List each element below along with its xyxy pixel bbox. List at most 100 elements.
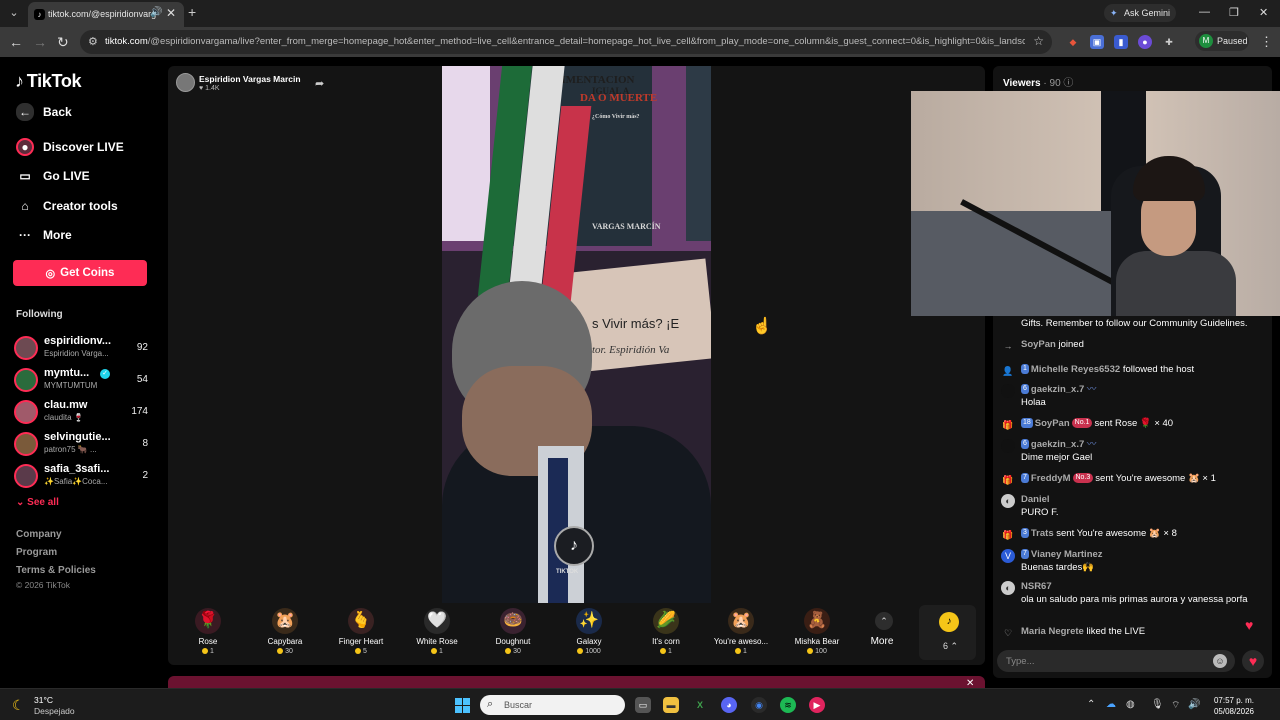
excel-icon[interactable]: X <box>692 697 708 713</box>
chat-username[interactable]: SoyPan <box>1021 339 1056 350</box>
tab-search-icon[interactable]: ⌄ <box>6 5 22 21</box>
sidebar-item-creator-tools[interactable]: ⌂ Creator tools <box>16 196 117 216</box>
moon-icon[interactable]: ☾ <box>12 697 25 714</box>
coin-icon <box>431 648 438 655</box>
spotify-icon[interactable]: ≋ <box>780 697 796 713</box>
windows-start-icon[interactable] <box>455 698 470 713</box>
chat-username[interactable]: Daniel <box>1021 494 1050 505</box>
address-bar[interactable]: ⚙ tiktok.com/@espiridionvargama/live?ent… <box>80 30 1052 54</box>
chat-input-box[interactable]: ☺ <box>997 650 1235 672</box>
chat-username[interactable]: Michelle Reyes6532 <box>1031 364 1120 375</box>
following-item[interactable]: mymtu... ✓ MYMTUMTUM 54 <box>14 366 148 394</box>
network-icon[interactable]: ◍ <box>1126 699 1135 710</box>
tab-title: tiktok.com/@espiridionvarg <box>48 9 157 19</box>
live-video[interactable]: LIMENTACION IGUAL A DA O MUERTE ¿Cómo Vi… <box>442 66 711 603</box>
cloud-icon[interactable]: ☁ <box>1106 699 1116 710</box>
window-close-button[interactable]: ✕ <box>1259 6 1268 19</box>
avatar[interactable]: V <box>1001 549 1015 563</box>
volume-icon[interactable]: 🔊 <box>1188 699 1200 710</box>
gift-item[interactable]: 🍩 Doughnut 30 <box>478 608 548 658</box>
browser-menu-icon[interactable]: ⋮ <box>1260 34 1273 50</box>
back-arrow-icon[interactable]: ← <box>9 34 23 50</box>
tiktok-pin-icon: ♪ <box>554 526 594 566</box>
speaker-icon[interactable]: 🔊 <box>150 7 162 18</box>
host-avatar[interactable] <box>176 73 195 92</box>
avatar[interactable]: ◐ <box>1001 494 1015 508</box>
weather-temp[interactable]: 31°C <box>34 695 53 705</box>
task-view-icon[interactable]: ▭ <box>635 697 651 713</box>
avatar[interactable] <box>1001 384 1015 398</box>
following-item[interactable]: clau.mw claudita 🍷 174 <box>14 398 148 426</box>
browser-tab-active[interactable]: ♪ tiktok.com/@espiridionvarg 🔊 ✕ <box>28 2 184 27</box>
chat-username[interactable]: Maria Negrete <box>1021 626 1084 637</box>
gift-item[interactable]: 🐹 You're aweso... 1 <box>706 608 776 658</box>
gift-item[interactable]: 🤍 White Rose 1 <box>402 608 472 658</box>
chat-username[interactable]: SoyPan <box>1035 418 1070 429</box>
new-tab-button[interactable]: + <box>188 4 196 20</box>
gift-item[interactable]: 🫰 Finger Heart 5 <box>326 608 396 658</box>
maximize-button[interactable]: ❐ <box>1229 6 1239 19</box>
chrome-icon[interactable]: ◉ <box>751 697 767 713</box>
back-link[interactable]: ← Back <box>16 102 72 122</box>
footer-link-company[interactable]: Company <box>16 529 62 540</box>
close-tab-icon[interactable]: ✕ <box>166 6 176 20</box>
gift-item[interactable]: 🌹 Rose 1 <box>173 608 243 658</box>
tiktok-logo[interactable]: ♪ TikTok <box>15 71 82 92</box>
extension-icon-4[interactable]: ● <box>1138 35 1152 49</box>
red-app-icon[interactable]: ▶ <box>809 697 825 713</box>
chat-username[interactable]: gaekzin_x.7 <box>1031 384 1084 395</box>
sidebar-item-go-live[interactable]: ▭ Go LIVE <box>16 166 89 186</box>
info-icon[interactable]: ⓘ <box>1063 78 1073 89</box>
gift-item[interactable]: 🧸 Mishka Bear 100 <box>782 608 852 658</box>
emoji-icon[interactable]: ☺ <box>1213 654 1227 668</box>
sidebar-item-more[interactable]: ··· More <box>16 225 72 245</box>
forward-arrow-icon[interactable]: → <box>33 34 47 50</box>
gift-name: Rose <box>198 637 218 646</box>
extension-icon-1[interactable]: ◆ <box>1066 35 1080 49</box>
ask-gemini-button[interactable]: ✦ Ask Gemini <box>1104 4 1176 22</box>
gift-item[interactable]: ✨ Galaxy 1000 <box>554 608 624 658</box>
following-item[interactable]: selvingutie... patron75 🐂 ... 8 <box>14 430 148 458</box>
chat-username[interactable]: gaekzin_x.7 <box>1031 439 1084 450</box>
site-info-icon[interactable]: ⚙ <box>88 35 98 48</box>
following-item[interactable]: espiridionv... Espiridion Varga... 92 <box>14 334 148 362</box>
footer-link-terms[interactable]: Terms & Policies <box>16 565 96 576</box>
system-clock[interactable]: 07:57 p. m. 05/08/2026 <box>1206 695 1254 717</box>
taskbar-search[interactable]: ⌕ Buscar <box>480 695 625 715</box>
file-explorer-icon[interactable]: ▬ <box>663 697 679 713</box>
avatar[interactable] <box>1001 439 1015 453</box>
wifi-icon[interactable]: ⌔ <box>1171 699 1180 712</box>
profile-button[interactable]: M Paused <box>1195 31 1249 51</box>
minimize-button[interactable]: — <box>1199 6 1210 18</box>
weather-desc[interactable]: Despejado <box>34 706 75 716</box>
microphone-icon[interactable]: 🎙 <box>1151 699 1164 710</box>
reload-icon[interactable]: ↻ <box>57 34 69 51</box>
chat-username[interactable]: Trats <box>1031 528 1054 539</box>
coin-balance-button[interactable]: ♪ 6 ⌃ <box>919 605 976 660</box>
extension-icon-2[interactable]: ▣ <box>1090 35 1104 49</box>
discord-icon[interactable]: ◕ <box>721 697 737 713</box>
viewers-header[interactable]: Viewers · 90 ⓘ <box>1003 74 1073 89</box>
more-gifts-button[interactable]: ⌃ More <box>871 612 897 662</box>
following-item[interactable]: safia_3safi... ✨Safia✨Coca... 2 <box>14 462 148 490</box>
extension-icon-3[interactable]: ▮ <box>1114 35 1128 49</box>
chat-input[interactable] <box>1006 654 1196 668</box>
extensions-puzzle-icon[interactable]: ✚ <box>1162 35 1176 49</box>
share-icon[interactable]: ➦ <box>315 77 324 90</box>
chat-username[interactable]: FreddyM <box>1031 473 1071 484</box>
avatar[interactable]: ◐ <box>1001 581 1015 595</box>
chat-username[interactable]: NSR67 <box>1021 581 1052 592</box>
get-coins-button[interactable]: ◎ Get Coins <box>13 260 147 286</box>
host-name[interactable]: Espiridion Vargas Marcin <box>199 74 301 84</box>
gift-item[interactable]: 🌽 It's corn 1 <box>631 608 701 658</box>
promo-banner[interactable] <box>168 676 985 688</box>
gift-item[interactable]: 🐹 Capybara 30 <box>250 608 320 658</box>
bookmark-star-icon[interactable]: ☆ <box>1033 34 1044 48</box>
like-heart-button[interactable]: ♥ <box>1242 650 1264 672</box>
chevron-up-icon[interactable]: ⌃ <box>1087 699 1095 710</box>
url-text[interactable]: tiktok.com/@espiridionvargama/live?enter… <box>105 36 1025 47</box>
sidebar-item-discover-live[interactable]: ● Discover LIVE <box>16 137 124 157</box>
footer-link-program[interactable]: Program <box>16 547 57 558</box>
chat-username[interactable]: Vianey Martinez <box>1031 549 1103 560</box>
see-all-link[interactable]: ⌄ See all <box>16 497 59 508</box>
